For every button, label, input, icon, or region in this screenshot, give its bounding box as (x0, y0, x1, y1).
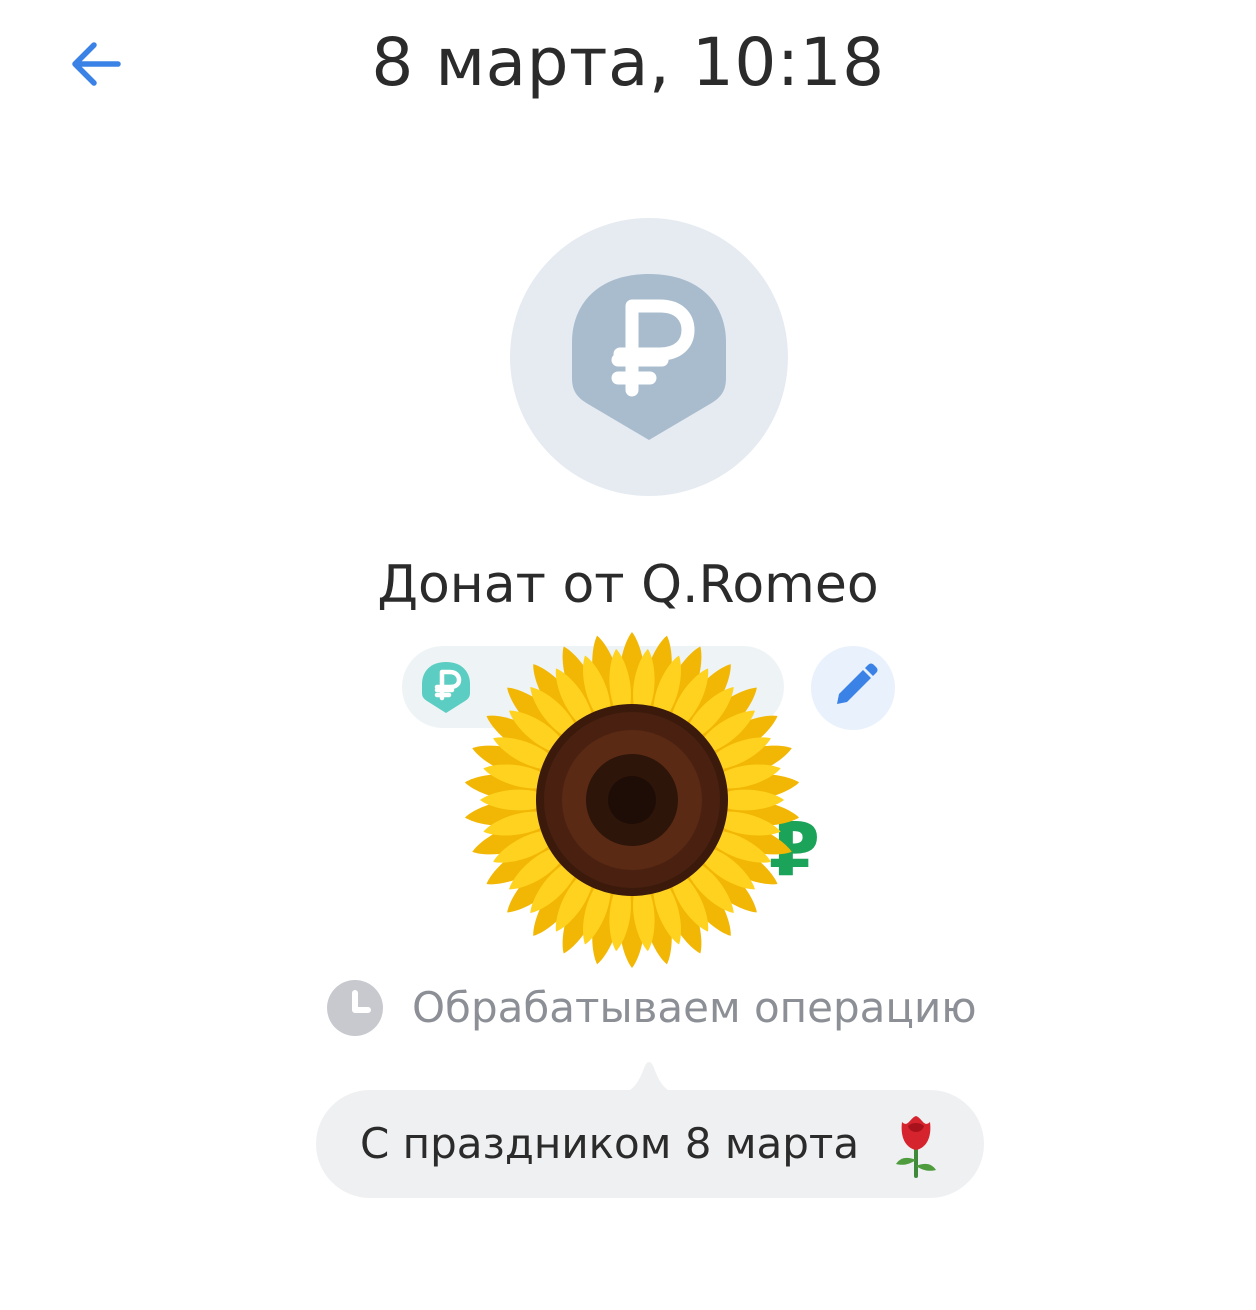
status-row: Обрабатываем операцию (326, 976, 1026, 1040)
sunflower-image (464, 632, 800, 968)
status-text: Обрабатываем операцию (412, 983, 977, 1032)
message-text: С праздником 8 марта (360, 1119, 860, 1168)
message-bubble: С праздником 8 марта (316, 1090, 984, 1198)
rose-icon (896, 1116, 936, 1178)
message-bubble-tail (614, 1062, 684, 1094)
operation-avatar (510, 218, 788, 496)
clock-icon (327, 980, 383, 1036)
ruble-badge-icon (572, 274, 726, 440)
header: 8 марта, 10:18 (0, 0, 1256, 130)
page-title: 8 марта, 10:18 (371, 24, 885, 101)
